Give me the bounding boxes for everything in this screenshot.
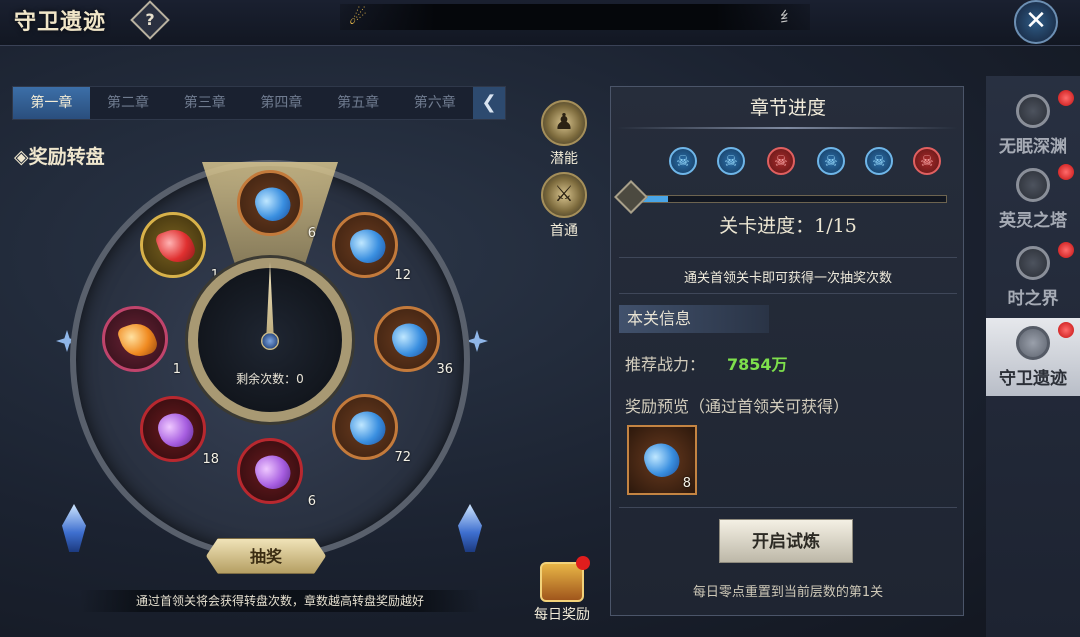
- divider: [619, 507, 957, 508]
- sidebar-item-label: 守卫遗迹: [999, 369, 1067, 389]
- potential-icon: ♟: [541, 100, 587, 146]
- wheel-slot-top: 6: [237, 170, 316, 241]
- first-clear-label: 首通: [550, 223, 578, 239]
- wheel-slot: 1: [140, 212, 219, 283]
- start-trial-button[interactable]: 开启试炼: [719, 519, 853, 563]
- reward-item[interactable]: 8: [627, 425, 697, 495]
- recommended-power-value: 7854万: [727, 355, 788, 374]
- panel-title: 章节进度: [749, 97, 826, 119]
- red-armor-icon: [154, 224, 198, 268]
- crossed-swords-icon: ⚔: [541, 172, 587, 218]
- horn-icon: ☄: [349, 5, 367, 29]
- item-count: 12: [394, 268, 411, 283]
- chapter-scroll-arrow-icon[interactable]: ❮: [473, 87, 505, 119]
- boss-skull-icon: ☠: [767, 147, 795, 175]
- blue-gem-icon: [346, 224, 390, 268]
- chapter-progress-bar: [627, 195, 947, 203]
- progress-start-icon: [614, 180, 648, 214]
- reward-count: 8: [682, 476, 691, 491]
- wheel-slot: 12: [332, 212, 411, 283]
- first-clear-button[interactable]: ⚔ 首通: [534, 172, 594, 240]
- sidebar-item-guard-ruins[interactable]: 守卫遗迹: [986, 318, 1080, 396]
- boss-hint: 通关首领关卡即可获得一次抽奖次数: [683, 271, 892, 286]
- wheel-note: 通过首领关将会获得转盘次数，章数越高转盘奖励越好: [80, 590, 480, 612]
- treasure-chest-icon: [540, 556, 590, 602]
- swirl-icon: [1016, 94, 1050, 128]
- chapter-tabs: 第一章 第二章 第三章 第四章 第五章 第六章 ❮: [12, 86, 506, 120]
- boss-skull-icon: ☠: [865, 147, 893, 175]
- notification-dot: [1058, 90, 1074, 106]
- reward-wheel: 6 12 36 72 6 18 1 1 剩余次数：0: [70, 160, 470, 560]
- notification-dot: [1058, 242, 1074, 258]
- sidebar-item-tower[interactable]: 英灵之塔: [986, 160, 1080, 238]
- purple-gem-icon: [154, 408, 198, 452]
- potential-label: 潜能: [550, 151, 578, 167]
- mode-sidebar: 无眠深渊 英灵之塔 时之界 守卫遗迹: [986, 76, 1080, 637]
- stage-progress: 关卡进度：1/15: [719, 215, 857, 237]
- help-button[interactable]: ?: [130, 0, 170, 40]
- top-bar: 守卫遗迹 ? ☄ 纟 ✕: [0, 0, 1080, 46]
- item-count: 36: [436, 362, 453, 377]
- wheel-slot: 6: [237, 438, 316, 509]
- tab-chapter-4[interactable]: 第四章: [243, 87, 320, 119]
- swirl-icon: [1016, 246, 1050, 280]
- sidebar-item-label: 时之界: [1007, 289, 1059, 309]
- tab-chapter-3[interactable]: 第三章: [166, 87, 243, 119]
- item-count: 6: [307, 494, 316, 509]
- tab-chapter-6[interactable]: 第六章: [396, 87, 473, 119]
- purple-gem-icon: [251, 450, 295, 494]
- wheel-slot: 36: [374, 306, 453, 377]
- chapter-progress-panel: 章节进度 ☠ ☠ ☠ ☠ ☠ ☠ 关卡进度：1/15 通关首领关卡即可获得一次抽…: [610, 86, 964, 616]
- tower-icon: [1016, 168, 1050, 202]
- boss-skull-icon: ☠: [817, 147, 845, 175]
- blue-gem-icon: [251, 182, 295, 226]
- wheel-slot: 72: [332, 394, 411, 465]
- reward-preview-label: 奖励预览（通过首领关可获得）: [625, 397, 850, 416]
- notification-dot: [576, 556, 590, 570]
- announcement-marquee: ☄ 纟: [340, 4, 810, 30]
- swirl-icon: [1016, 326, 1050, 360]
- orange-armor-icon: [116, 318, 160, 362]
- sidebar-item-label: 英灵之塔: [999, 211, 1067, 231]
- recommended-power-label: 推荐战力：: [625, 355, 706, 374]
- tab-chapter-2[interactable]: 第二章: [90, 87, 167, 119]
- tab-chapter-1[interactable]: 第一章: [13, 87, 90, 119]
- close-button[interactable]: ✕: [1014, 0, 1058, 44]
- tab-chapter-5[interactable]: 第五章: [320, 87, 397, 119]
- blue-gem-icon: [388, 318, 432, 362]
- blue-gem-icon: [640, 438, 684, 482]
- draw-button[interactable]: 抽奖: [206, 538, 326, 574]
- boss-skull-icon: ☠: [717, 147, 745, 175]
- remaining-spins: 剩余次数：0: [236, 372, 304, 386]
- boss-skull-icon: ☠: [913, 147, 941, 175]
- sidebar-item-label: 无眠深渊: [999, 137, 1067, 157]
- page-title: 守卫遗迹: [14, 9, 107, 35]
- marquee-text: 纟: [780, 8, 796, 26]
- item-count: 18: [202, 452, 219, 467]
- item-count: 6: [307, 226, 316, 241]
- wheel-slot: 1: [102, 306, 181, 377]
- title-divider: [617, 127, 957, 129]
- item-count: 72: [394, 450, 411, 465]
- reset-note: 每日零点重置到当前层数的第1关: [692, 585, 884, 600]
- divider: [619, 293, 957, 294]
- sidebar-item-abyss[interactable]: 无眠深渊: [986, 86, 1080, 164]
- sidebar-item-time-realm[interactable]: 时之界: [986, 238, 1080, 316]
- stage-info-header: 本关信息: [619, 305, 769, 333]
- item-count: 1: [172, 362, 181, 377]
- blue-gem-icon: [346, 406, 390, 450]
- notification-dot: [1058, 164, 1074, 180]
- potential-button[interactable]: ♟ 潜能: [534, 100, 594, 168]
- notification-dot: [1058, 322, 1074, 338]
- help-icon: ?: [145, 10, 155, 29]
- daily-reward-button[interactable]: 每日奖励: [532, 556, 592, 624]
- wheel-hub-icon: [261, 332, 279, 350]
- wheel-slot: 18: [140, 396, 219, 467]
- divider: [619, 257, 957, 258]
- daily-reward-label: 每日奖励: [534, 607, 590, 623]
- boss-skull-icon: ☠: [669, 147, 697, 175]
